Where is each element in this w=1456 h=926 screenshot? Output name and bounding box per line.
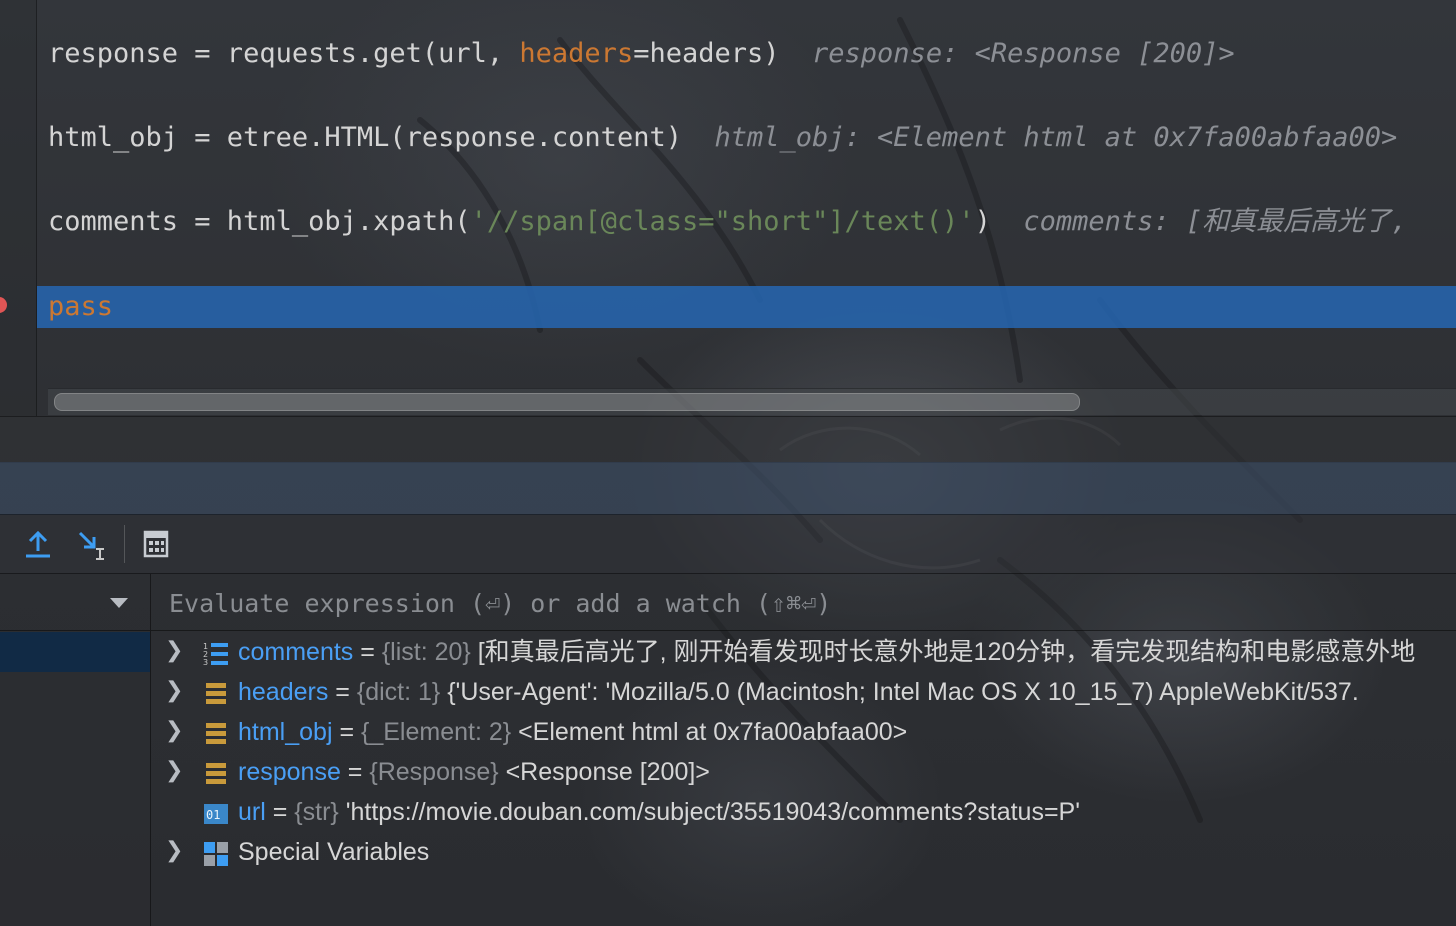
variable-row-headers[interactable]: ❯ headers = {dict: 1} {'User-Agent': 'Mo… <box>151 672 1456 712</box>
evaluate-bar <box>151 574 1456 631</box>
calculator-icon[interactable] <box>140 527 174 561</box>
debug-tool-window-header <box>0 462 1456 515</box>
object-icon <box>203 679 229 705</box>
code-line-1[interactable]: response = requests.get(url, headers=hea… <box>48 36 1235 72</box>
selected-frame[interactable] <box>0 632 150 672</box>
step-into-icon[interactable] <box>74 527 108 561</box>
special-variables-icon <box>203 839 229 866</box>
chevron-right-icon[interactable]: ❯ <box>165 832 185 872</box>
chevron-right-icon[interactable]: ❯ <box>165 632 185 672</box>
current-line-highlight <box>37 286 1456 328</box>
object-icon <box>203 759 229 785</box>
variable-row-html-obj[interactable]: ❯ html_obj = {_Element: 2} <Element html… <box>151 712 1456 752</box>
inline-value-hint: response: <Response [200]> <box>812 38 1235 69</box>
variables-tree: ❯ 1 2 3 comments = {list: 20} [和真最后高光了, … <box>151 632 1456 926</box>
variable-row-url[interactable]: 01 url = {str} 'https://movie.douban.com… <box>151 792 1456 832</box>
chevron-right-icon[interactable]: ❯ <box>165 752 185 792</box>
inline-value-hint: html_obj: <Element html at 0x7fa00abfaa0… <box>714 122 1398 153</box>
editor-status-bar <box>0 416 1456 463</box>
code-editor[interactable]: response = requests.get(url, headers=hea… <box>0 0 1456 416</box>
chevron-right-icon[interactable]: ❯ <box>165 712 185 752</box>
inline-value-hint: comments: [和真最后高光了, <box>1023 206 1408 237</box>
export-up-icon[interactable] <box>22 527 56 561</box>
svg-text:01: 01 <box>206 808 220 822</box>
variable-row-special-variables[interactable]: ❯ Special Variables <box>151 832 1456 872</box>
object-icon <box>203 719 229 745</box>
debug-toolbar <box>0 515 1456 574</box>
svg-text:3: 3 <box>203 658 208 667</box>
variable-row-response[interactable]: ❯ response = {Response} <Response [200]> <box>151 752 1456 792</box>
code-line-4[interactable]: pass <box>48 289 113 325</box>
thread-selector[interactable] <box>0 574 150 631</box>
chevron-down-icon[interactable] <box>110 598 128 608</box>
code-line-3[interactable]: comments = html_obj.xpath('//span[@class… <box>48 204 1407 240</box>
scrollbar-thumb[interactable] <box>54 393 1080 411</box>
string-icon: 01 <box>203 799 229 825</box>
editor-gutter[interactable] <box>0 0 37 416</box>
variable-row-comments[interactable]: ❯ 1 2 3 comments = {list: 20} [和真最后高光了, … <box>151 632 1456 672</box>
evaluate-expression-input[interactable] <box>167 582 1441 624</box>
list-icon: 1 2 3 <box>203 639 229 667</box>
frames-panel <box>0 574 151 926</box>
toolbar-separator <box>124 525 125 563</box>
chevron-right-icon[interactable]: ❯ <box>165 672 185 712</box>
code-line-2[interactable]: html_obj = etree.HTML(response.content) … <box>48 120 1397 156</box>
